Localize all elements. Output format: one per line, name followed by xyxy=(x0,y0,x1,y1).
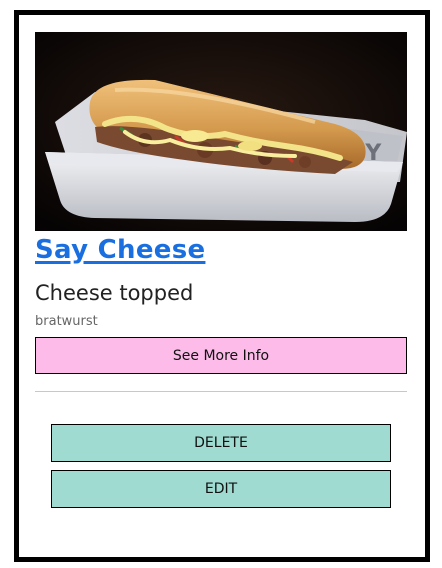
food-photo: NY xyxy=(35,32,407,231)
divider xyxy=(35,391,407,392)
item-title-link[interactable]: Say Cheese xyxy=(35,235,205,265)
see-more-info-button[interactable]: See More Info xyxy=(35,337,407,374)
food-card: NY Say Cheese Cheese topped b xyxy=(14,10,430,562)
item-category: bratwurst xyxy=(35,314,98,329)
item-subtitle: Cheese topped xyxy=(35,281,194,305)
delete-button[interactable]: DELETE xyxy=(51,424,391,462)
edit-button[interactable]: EDIT xyxy=(51,470,391,508)
hotdog-image-icon: NY xyxy=(35,32,407,231)
